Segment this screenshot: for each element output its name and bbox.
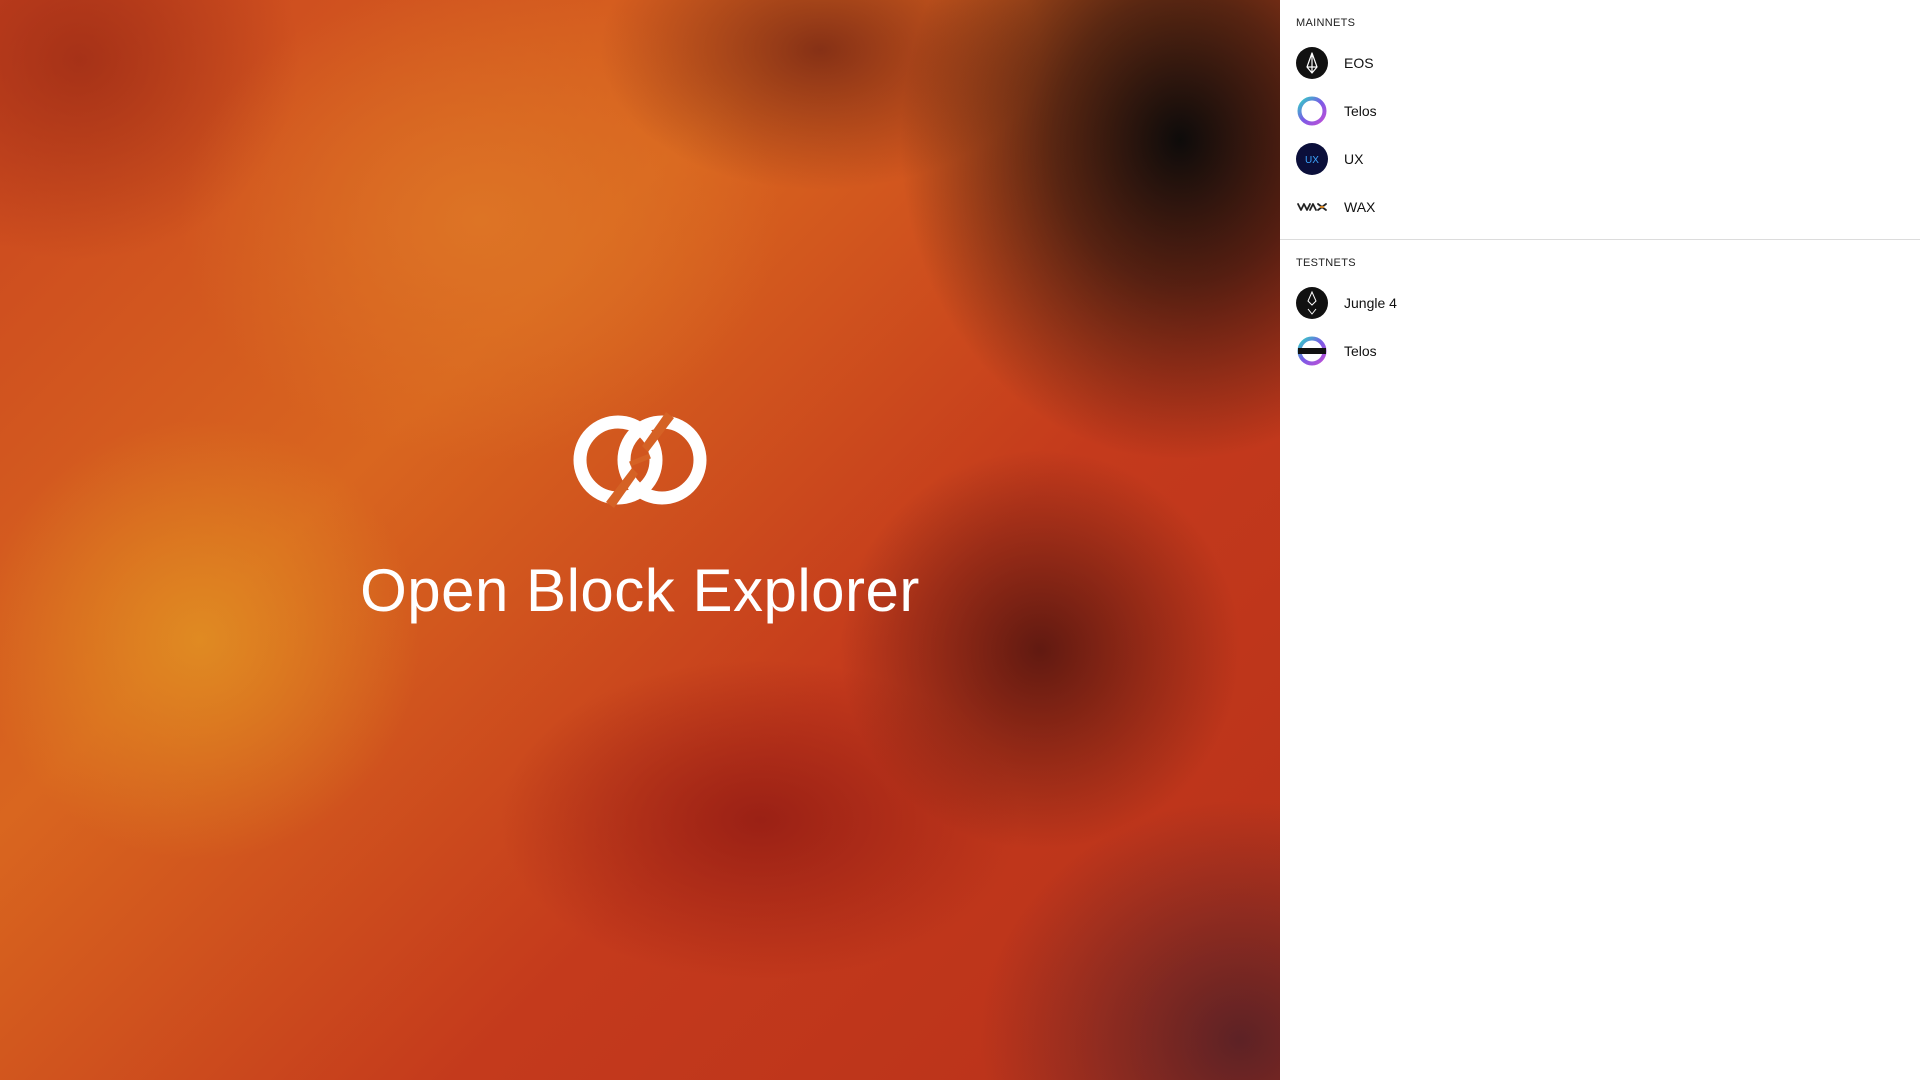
mainnets-section-label: MAINNETS xyxy=(1296,17,1356,29)
chain-item-ux[interactable]: UX UX xyxy=(1280,135,1920,183)
chain-item-jungle-4[interactable]: Jungle 4 xyxy=(1280,279,1920,327)
chain-label: Telos xyxy=(1344,343,1377,359)
chain-label: UX xyxy=(1344,151,1364,167)
eos-icon xyxy=(1296,47,1328,79)
testnets-list: Jungle 4 Telos xyxy=(1280,279,1920,375)
mainnets-list: EOS Telos UX UX WAX xyxy=(1280,39,1920,231)
network-panel: MAINNETS EOS Telos UX UX WAX TESTNETS Ju… xyxy=(1280,0,1920,1080)
chain-item-telos[interactable]: Telos xyxy=(1280,87,1920,135)
brand: Open Block Explorer xyxy=(0,410,1280,625)
chain-label: Jungle 4 xyxy=(1344,295,1397,311)
jungle-testnet-icon xyxy=(1296,287,1328,319)
brand-title: Open Block Explorer xyxy=(360,557,920,624)
testnets-section-label: TESTNETS xyxy=(1296,257,1356,269)
ux-icon-text: UX xyxy=(1305,155,1319,166)
chain-label: Telos xyxy=(1344,103,1377,119)
ux-icon: UX xyxy=(1296,143,1328,175)
interlocked-rings-logo-icon xyxy=(573,412,707,508)
telos-ring-icon xyxy=(1296,95,1328,127)
chain-label: WAX xyxy=(1344,199,1376,215)
telos-testnet-icon xyxy=(1296,335,1328,367)
wax-icon xyxy=(1296,191,1328,223)
chain-item-wax[interactable]: WAX xyxy=(1280,183,1920,231)
app: Open Block Explorer MAINNETS EOS Telos U… xyxy=(0,0,1920,1080)
chain-item-telos-testnet[interactable]: Telos xyxy=(1280,327,1920,375)
hero-banner: Open Block Explorer xyxy=(0,0,1280,1080)
chain-item-eos[interactable]: EOS xyxy=(1280,39,1920,87)
chain-label: EOS xyxy=(1344,55,1374,71)
